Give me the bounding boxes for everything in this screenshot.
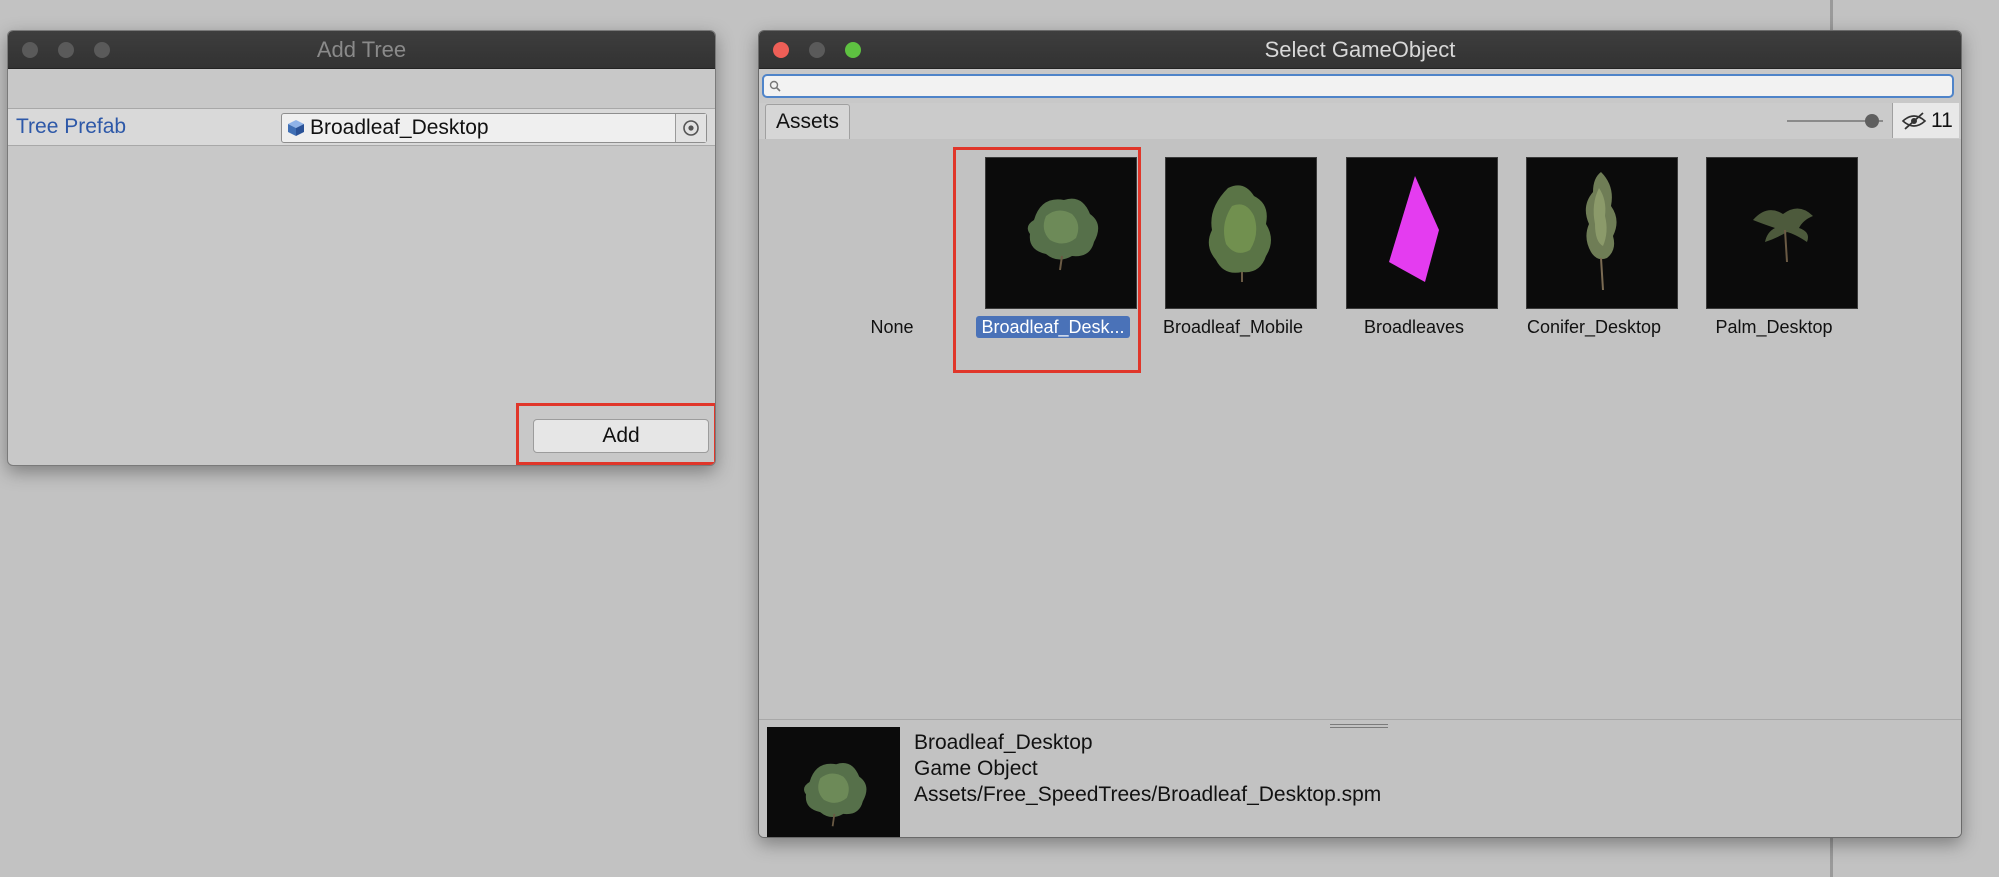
asset-preview-panel: Broadleaf_Desktop Game Object Assets/Fre…: [759, 719, 1961, 837]
tree-prefab-object-field[interactable]: Broadleaf_Desktop: [281, 113, 707, 143]
background-divider: [1830, 835, 1833, 877]
add-tree-titlebar[interactable]: Add Tree: [8, 31, 715, 69]
add-tree-window: Add Tree Tree Prefab Broadleaf_Desktop A…: [7, 30, 716, 466]
header-spacer: [8, 69, 715, 109]
asset-thumbnail: [1526, 157, 1678, 309]
target-icon: [683, 120, 699, 136]
asset-item-none[interactable]: None: [814, 157, 970, 338]
hidden-items-toggle[interactable]: 11: [1892, 103, 1959, 138]
search-row: [759, 69, 1961, 103]
tree-prefab-value: Broadleaf_Desktop: [310, 116, 489, 139]
preview-name: Broadleaf_Desktop: [914, 731, 1093, 754]
asset-item-palm-desktop[interactable]: Palm_Desktop: [1696, 157, 1858, 338]
hidden-eye-icon: [1901, 112, 1927, 130]
asset-grid: None Broadleaf_Desk... Broadleaf_Mobile …: [759, 139, 1961, 719]
add-button-highlight: [516, 403, 715, 465]
tab-assets[interactable]: Assets: [765, 104, 851, 139]
asset-label: Broadleaves: [1363, 317, 1465, 337]
asset-thumbnail: [1706, 157, 1858, 309]
object-picker-button[interactable]: [675, 114, 706, 142]
asset-label: Broadleaf_Mobile: [1162, 317, 1304, 337]
preview-path: Assets/Free_SpeedTrees/Broadleaf_Desktop…: [914, 783, 1382, 806]
asset-thumbnail: [1165, 157, 1317, 309]
broadleaf-mobile-tree-icon: [1208, 185, 1271, 282]
asset-thumbnail: [1346, 157, 1498, 309]
preview-info: Broadleaf_Desktop Game Object Assets/Fre…: [914, 730, 1381, 808]
tree-prefab-row: Tree Prefab Broadleaf_Desktop: [8, 109, 715, 146]
broadleaves-material-icon: [1389, 176, 1439, 282]
prefab-cube-icon: [288, 120, 304, 136]
icon-size-slider[interactable]: [1787, 114, 1883, 128]
select-gameobject-window: Select GameObject Assets 11 None Broadle…: [758, 30, 1962, 838]
asset-label: None: [870, 317, 914, 337]
select-titlebar[interactable]: Select GameObject: [759, 31, 1961, 69]
selected-asset-highlight: [953, 147, 1141, 373]
window-title: Select GameObject: [1264, 37, 1456, 62]
background-divider: [1830, 0, 1833, 30]
palm-tree-icon: [1753, 208, 1813, 263]
picker-toolbar: Assets 11: [759, 103, 1961, 140]
asset-item-broadleaves[interactable]: Broadleaves: [1336, 157, 1498, 338]
window-title: Add Tree: [316, 37, 407, 62]
preview-thumbnail: [767, 727, 900, 837]
preview-type: Game Object: [914, 757, 1038, 780]
search-icon: [769, 80, 781, 92]
asset-label: Palm_Desktop: [1715, 317, 1833, 337]
asset-item-conifer-desktop[interactable]: Conifer_Desktop: [1516, 157, 1678, 338]
search-input[interactable]: [784, 76, 1944, 96]
tree-prefab-label: Tree Prefab: [16, 115, 127, 138]
hidden-count-value: 11: [1931, 109, 1953, 132]
asset-item-broadleaf-mobile[interactable]: Broadleaf_Mobile: [1155, 157, 1317, 338]
conifer-tree-icon: [1585, 172, 1617, 291]
search-field[interactable]: [762, 74, 1954, 98]
asset-label: Conifer_Desktop: [1526, 317, 1662, 337]
slider-thumb[interactable]: [1865, 114, 1879, 128]
broadleaf-tree-icon: [804, 763, 867, 827]
